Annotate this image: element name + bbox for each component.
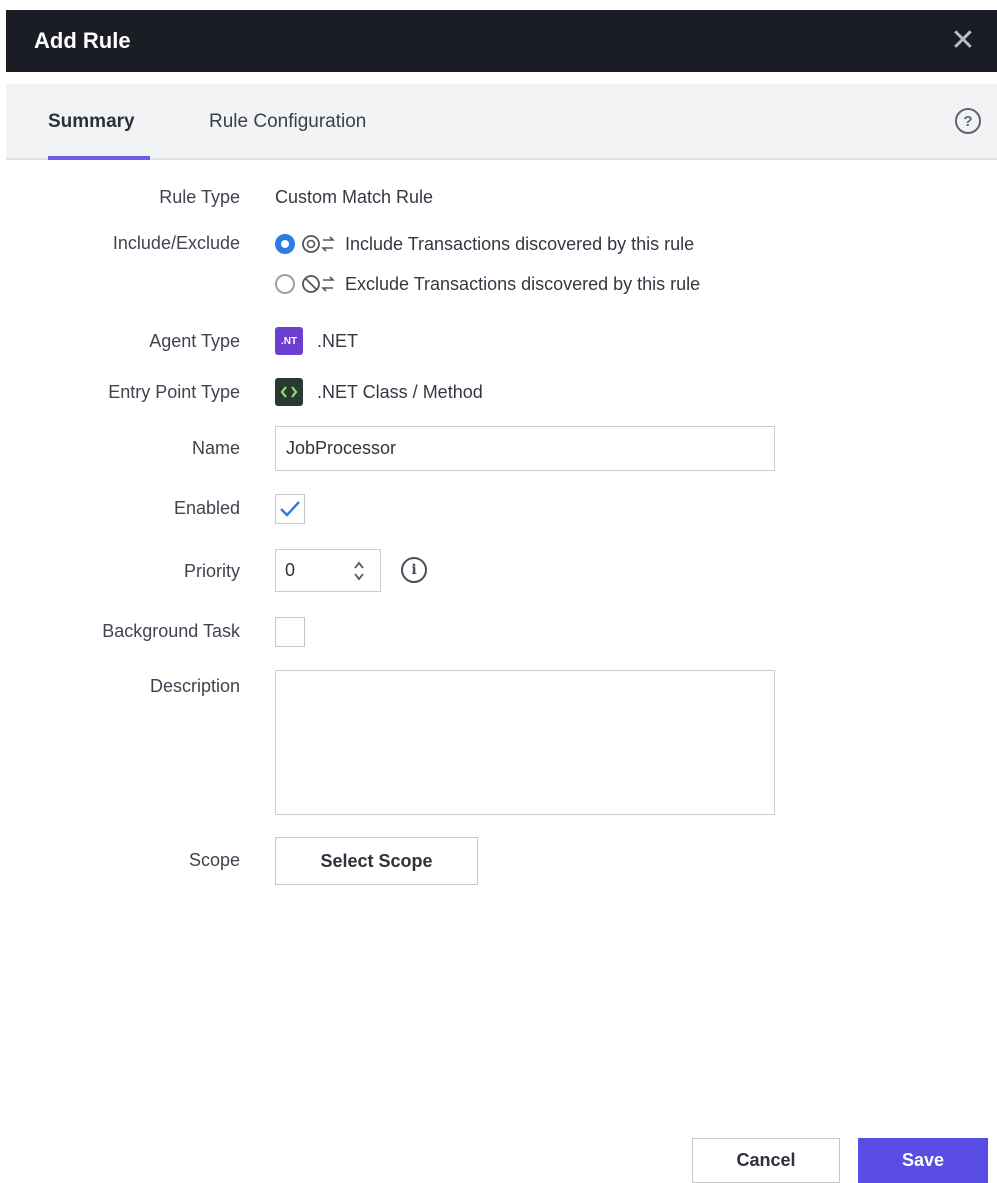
priority-row: Priority 0 i	[0, 549, 997, 593]
description-textarea[interactable]	[275, 670, 775, 815]
background-task-row: Background Task	[0, 617, 997, 647]
priority-label: Priority	[183, 561, 240, 581]
exclude-radio[interactable]	[275, 274, 295, 294]
rule-type-value: Custom Match Rule	[275, 187, 434, 207]
scope-label: Scope	[188, 850, 240, 870]
name-label: Name	[191, 438, 240, 458]
tab-bar: Summary Rule Configuration ?	[6, 84, 997, 160]
agent-type-value: .NET	[317, 330, 359, 351]
cancel-button[interactable]: Cancel	[692, 1138, 840, 1183]
name-input[interactable]: JobProcessor	[275, 426, 775, 471]
select-scope-button[interactable]: Select Scope	[275, 837, 478, 885]
include-transactions-icon	[301, 233, 339, 255]
priority-value: 0	[285, 560, 296, 580]
agent-type-value-wrap: .NT .NET	[275, 325, 358, 357]
background-task-label: Background Task	[102, 621, 240, 641]
include-exclude-row: Include/Exclude Include Transactions dis…	[0, 229, 997, 301]
stepper-arrows-icon	[354, 561, 364, 581]
tab-summary[interactable]: Summary	[48, 84, 135, 160]
priority-stepper[interactable]	[352, 560, 366, 582]
dialog-title: Add Rule	[34, 28, 131, 53]
enabled-row: Enabled	[0, 494, 997, 524]
include-exclude-options: Include Transactions discovered by this …	[275, 229, 700, 299]
enabled-label: Enabled	[173, 498, 240, 518]
include-radio[interactable]	[275, 234, 295, 254]
include-exclude-label: Include/Exclude	[112, 233, 240, 253]
agent-type-label: Agent Type	[149, 331, 240, 351]
exclude-transactions-icon	[301, 273, 339, 295]
rule-type-row: Rule Type Custom Match Rule	[0, 183, 997, 213]
include-option[interactable]: Include Transactions discovered by this …	[275, 229, 700, 259]
info-icon[interactable]: i	[401, 557, 427, 583]
add-rule-dialog: Add Rule ✕ Summary Rule Configuration ? …	[0, 0, 997, 1183]
description-row: Description	[0, 670, 997, 816]
exclude-option[interactable]: Exclude Transactions discovered by this …	[275, 269, 700, 299]
active-tab-indicator	[48, 156, 150, 160]
background-task-checkbox[interactable]	[275, 617, 305, 647]
dotnet-icon: .NT	[275, 327, 303, 355]
enabled-checkbox[interactable]	[275, 494, 305, 524]
dialog-header: Add Rule ✕	[6, 10, 997, 72]
exclude-option-text: Exclude Transactions discovered by this …	[345, 273, 701, 294]
code-brackets-icon	[275, 378, 303, 406]
description-label: Description	[149, 676, 240, 696]
entry-point-type-row: Entry Point Type .NET Class / Method	[0, 376, 997, 408]
priority-input[interactable]: 0	[275, 549, 381, 592]
checkmark-icon	[280, 501, 300, 517]
name-row: Name JobProcessor	[0, 426, 997, 472]
entry-point-type-value: .NET Class / Method	[317, 381, 483, 402]
scope-row: Scope	[0, 848, 997, 878]
entry-point-type-label: Entry Point Type	[108, 382, 240, 402]
entry-point-type-value-wrap: .NET Class / Method	[275, 376, 483, 408]
rule-type-label: Rule Type	[159, 187, 240, 207]
close-icon[interactable]: ✕	[947, 25, 979, 57]
agent-type-row: Agent Type .NT .NET	[0, 325, 997, 357]
include-option-text: Include Transactions discovered by this …	[345, 233, 695, 254]
help-icon[interactable]: ?	[955, 108, 981, 134]
tab-rule-configuration[interactable]: Rule Configuration	[209, 84, 366, 160]
save-button[interactable]: Save	[858, 1138, 988, 1183]
